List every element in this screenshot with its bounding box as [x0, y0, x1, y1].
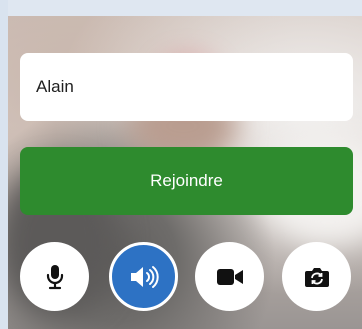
speaker-icon	[130, 265, 159, 288]
left-strip	[0, 0, 8, 329]
video-camera-icon	[216, 268, 243, 285]
name-input[interactable]	[20, 53, 353, 121]
microphone-icon	[46, 264, 63, 289]
speaker-button[interactable]	[109, 242, 178, 311]
microphone-button[interactable]	[20, 242, 89, 311]
video-button[interactable]	[195, 242, 264, 311]
switch-camera-button[interactable]	[282, 242, 351, 311]
join-button[interactable]: Rejoindre	[20, 147, 353, 215]
top-strip	[0, 0, 362, 16]
switch-camera-icon	[304, 267, 329, 287]
